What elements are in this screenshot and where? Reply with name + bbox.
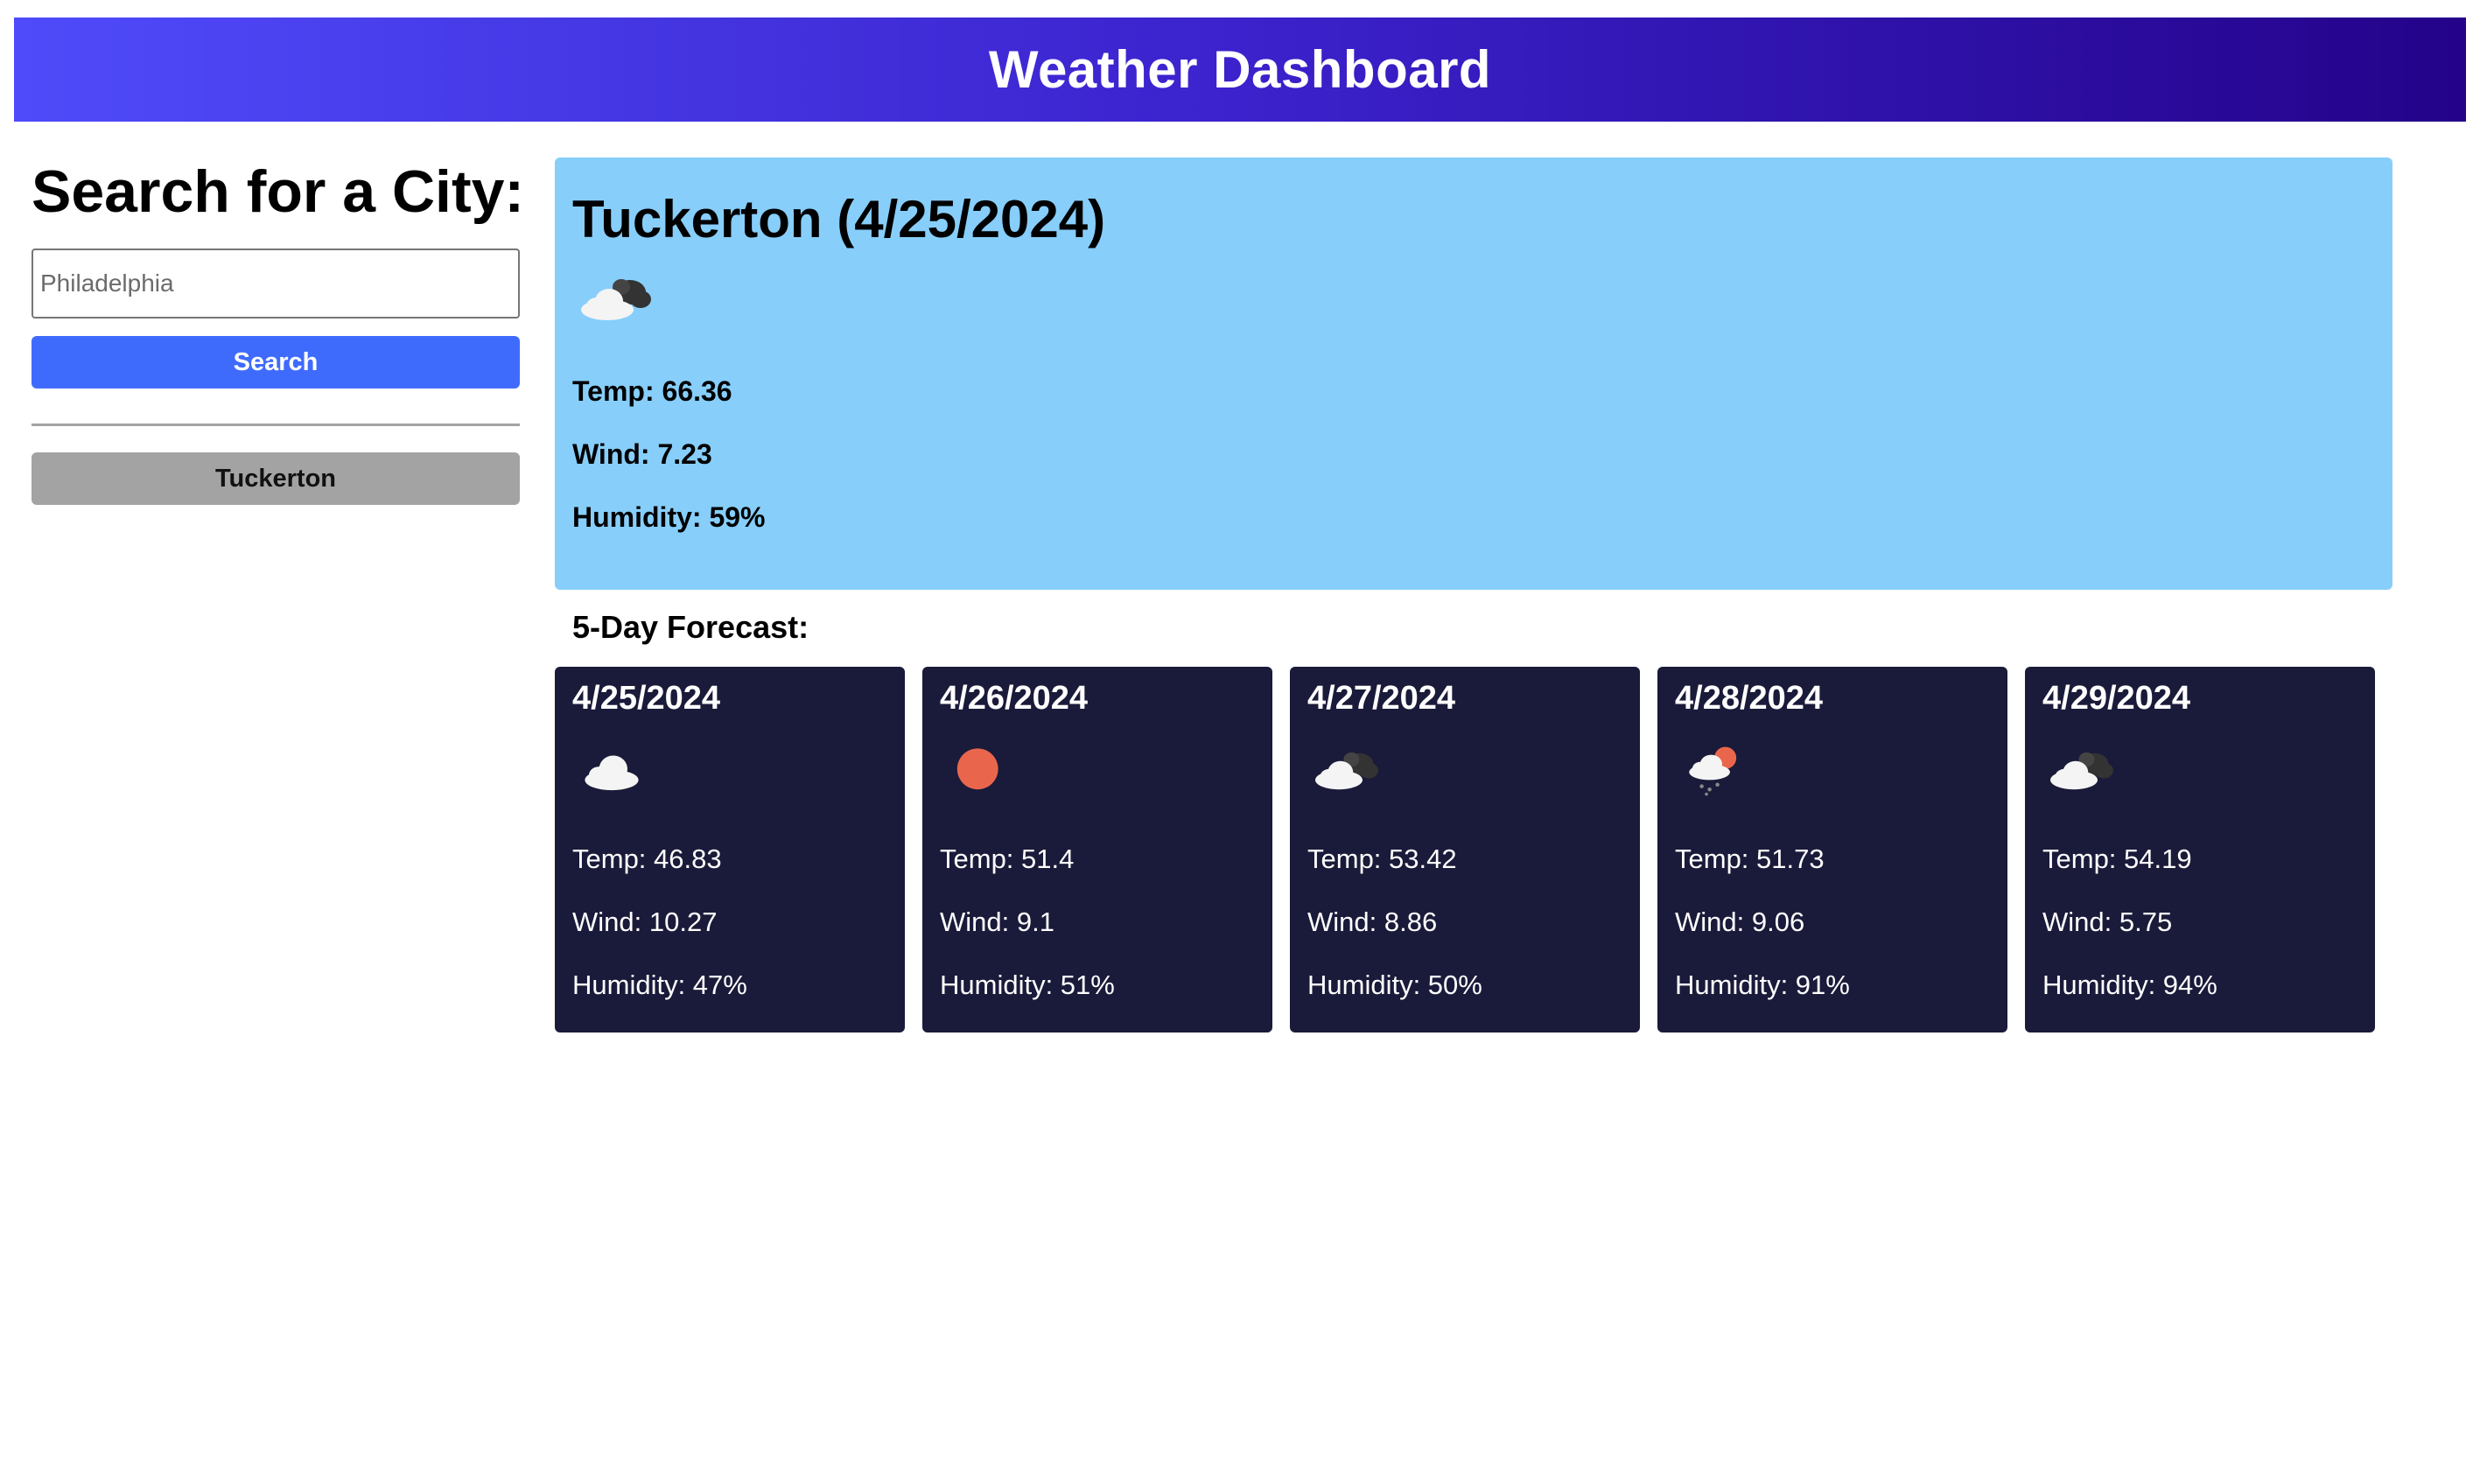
forecast-date: 4/26/2024: [940, 680, 1089, 717]
partly-cloudy-icon: [581, 279, 651, 320]
forecast-wind: Wind: 10.27: [572, 906, 718, 937]
forecast-card: 4/29/2024 Temp: 54.19 Wind: 5.75 Humidit…: [2025, 667, 2375, 1032]
current-wind: Wind: 7.23: [572, 438, 712, 470]
search-button[interactable]: Search: [32, 336, 520, 388]
forecast-wind: Wind: 9.06: [1675, 906, 1805, 937]
forecast-card: 4/28/2024 Temp: 51.73 Wind: 9.06 Humidit…: [1657, 667, 2007, 1032]
forecast-wind: Wind: 9.1: [940, 906, 1054, 937]
current-city-title: Tuckerton (4/25/2024): [572, 190, 1106, 248]
forecast-card: 4/27/2024 Temp: 53.42 Wind: 8.86 Humidit…: [1290, 667, 1640, 1032]
city-search-input[interactable]: [32, 248, 520, 318]
history-button-tuckerton[interactable]: Tuckerton: [32, 452, 520, 505]
cloud-icon: [585, 755, 639, 791]
forecast-wind: Wind: 5.75: [2042, 906, 2173, 937]
current-weather-panel: Tuckerton (4/25/2024) Temp: 66.36 Wind: …: [555, 158, 2392, 590]
forecast-temp: Temp: 51.4: [940, 844, 1075, 874]
sidebar-divider: [32, 424, 520, 426]
forecast-humidity: Humidity: 51%: [940, 970, 1115, 1000]
sun-icon: [956, 748, 998, 790]
current-temp: Temp: 66.36: [572, 375, 732, 407]
forecast-heading: 5-Day Forecast:: [572, 609, 809, 645]
page-title: Weather Dashboard: [988, 40, 1492, 99]
search-heading: Search for a City:: [32, 158, 525, 225]
forecast-humidity: Humidity: 94%: [2042, 970, 2217, 1000]
search-sidebar: Search for a City: Search Tuckerton: [32, 156, 525, 505]
forecast-humidity: Humidity: 50%: [1307, 970, 1482, 1000]
partly-cloudy-icon: [2050, 752, 2113, 790]
forecast-humidity: Humidity: 91%: [1675, 970, 1850, 1000]
forecast-wind: Wind: 8.86: [1307, 906, 1438, 937]
forecast-humidity: Humidity: 47%: [572, 970, 747, 1000]
forecast-date: 4/28/2024: [1675, 680, 1824, 717]
forecast-temp: Temp: 53.42: [1307, 844, 1457, 874]
app-header: Weather Dashboard: [14, 18, 2466, 122]
current-humidity: Humidity: 59%: [572, 501, 766, 533]
forecast-card: 4/26/2024 Temp: 51.4 Wind: 9.1 Humidity:…: [922, 667, 1272, 1032]
forecast-temp: Temp: 51.73: [1675, 844, 1825, 874]
rain-sun-icon: [1689, 746, 1737, 796]
forecast-temp: Temp: 46.83: [572, 844, 722, 874]
forecast-date: 4/25/2024: [572, 680, 721, 717]
forecast-date: 4/27/2024: [1307, 680, 1456, 717]
forecast-card: 4/25/2024 Temp: 46.83 Wind: 10.27 Humidi…: [555, 667, 905, 1032]
partly-cloudy-icon: [1315, 752, 1378, 790]
forecast-date: 4/29/2024: [2042, 680, 2191, 717]
forecast-row: 4/25/2024 Temp: 46.83 Wind: 10.27 Humidi…: [555, 667, 2375, 1032]
forecast-temp: Temp: 54.19: [2042, 844, 2192, 874]
